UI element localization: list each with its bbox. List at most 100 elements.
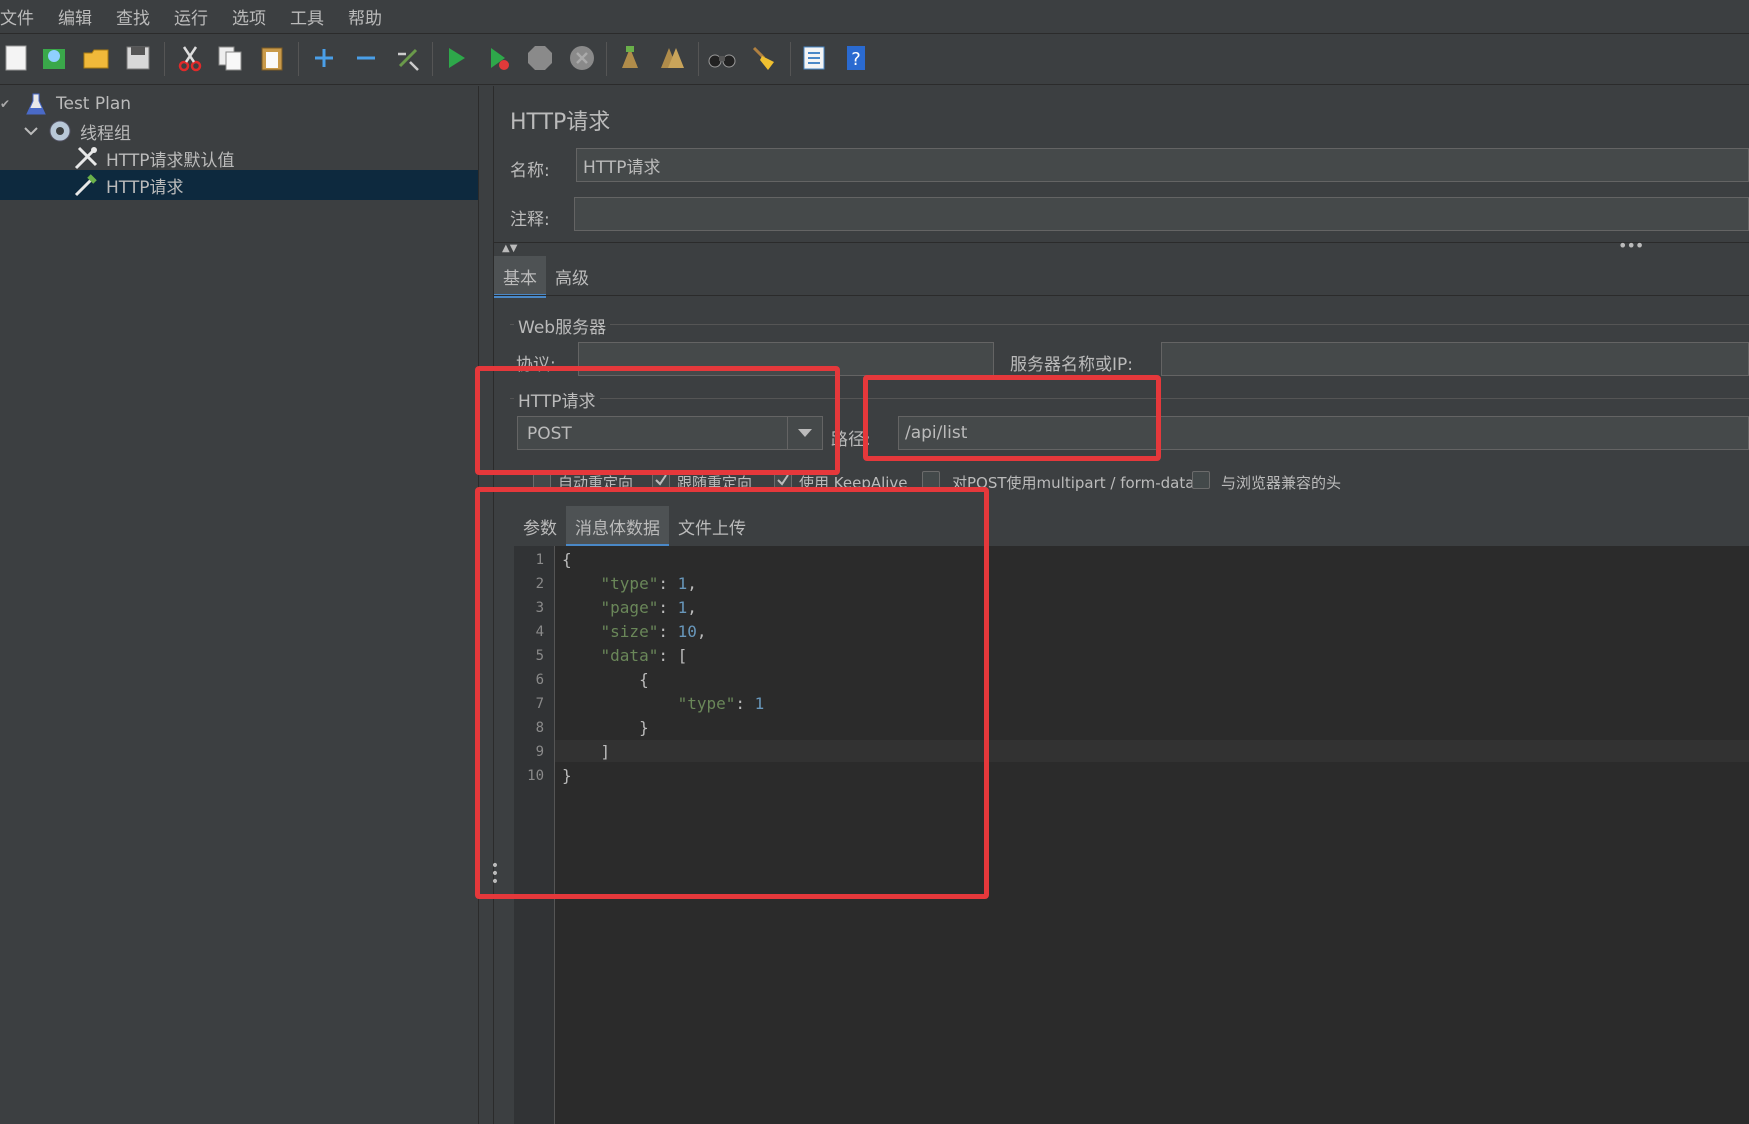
tree-item-thread-group[interactable]: 线程组 (0, 116, 478, 146)
follow-redirects-checkbox[interactable] (652, 471, 670, 489)
tab-parameters[interactable]: 参数 (514, 506, 566, 548)
test-plan-tree: ✔ Test Plan 线程组 HTTP请求默认值 HTTP请求 (0, 86, 479, 1124)
menu-help[interactable]: 帮助 (348, 4, 394, 29)
remove-icon[interactable] (350, 42, 382, 74)
stop-icon[interactable] (524, 42, 556, 74)
tab-basic[interactable]: 基本 (494, 256, 546, 298)
http-request-group-title: HTTP请求 (514, 387, 600, 412)
line-number: 3 (535, 600, 544, 616)
line-number: 6 (535, 672, 544, 688)
code-line: ] (562, 742, 611, 761)
gear-icon (46, 117, 74, 145)
toolbar: ? (0, 34, 1749, 85)
name-label: 名称: (510, 161, 550, 181)
option-label: 自动重定向 (558, 474, 634, 492)
check-icon (777, 474, 789, 486)
comment-label: 注释: (510, 210, 550, 230)
web-server-group-title: Web服务器 (514, 313, 611, 338)
menu-edit[interactable]: 编辑 (58, 4, 104, 29)
line-number: 2 (535, 576, 544, 592)
help-icon[interactable]: ? (840, 42, 872, 74)
clear-icon[interactable] (614, 42, 646, 74)
chevron-down-icon[interactable]: ✔ (0, 97, 22, 111)
paste-icon[interactable] (256, 42, 288, 74)
code-line: { (562, 670, 649, 689)
code-line: "page": 1, (600, 598, 697, 617)
tree-item-http-defaults[interactable]: HTTP请求默认值 (0, 143, 478, 173)
option-label: 对POST使用multipart / form-data (952, 474, 1195, 492)
chevron-down-icon[interactable] (787, 417, 822, 449)
code-line: "data": [ (600, 646, 688, 665)
svg-text:?: ? (851, 49, 861, 70)
tree-item-label: HTTP请求 (106, 177, 184, 198)
tab-body-data[interactable]: 消息体数据 (566, 506, 669, 548)
open-icon[interactable] (80, 42, 112, 74)
binoculars-icon[interactable] (706, 42, 738, 74)
config-tabs: 基本 高级 (494, 256, 598, 298)
add-icon[interactable] (308, 42, 340, 74)
tab-file-upload[interactable]: 文件上传 (669, 506, 755, 548)
menu-file[interactable]: 文件 (0, 4, 46, 29)
comment-input[interactable] (574, 197, 1749, 231)
toggle-icon[interactable] (392, 42, 424, 74)
option-label: 跟随重定向 (677, 474, 753, 492)
start-icon[interactable] (440, 42, 472, 74)
resize-handle-icon[interactable]: • • • (490, 859, 500, 889)
menu-options[interactable]: 选项 (232, 4, 278, 29)
path-label: 路径: (831, 430, 871, 450)
collapse-arrows-icon[interactable]: ▲▼ (502, 243, 517, 254)
save-icon[interactable] (122, 42, 154, 74)
flask-icon (22, 90, 50, 118)
tree-item-label: 线程组 (80, 123, 131, 144)
function-helper-icon[interactable] (798, 42, 830, 74)
cut-icon[interactable] (174, 42, 206, 74)
menu-search[interactable]: 查找 (116, 4, 162, 29)
page-title: HTTP请求 (510, 110, 611, 135)
chevron-down-icon[interactable] (24, 121, 46, 141)
option-label: 使用 KeepAlive (799, 474, 908, 492)
clear-all-icon[interactable] (656, 42, 688, 74)
tree-item-test-plan[interactable]: ✔ Test Plan (0, 89, 478, 119)
templates-icon[interactable] (38, 42, 70, 74)
multipart-checkbox[interactable] (922, 471, 940, 489)
check-icon (655, 474, 667, 486)
broom-icon[interactable] (748, 42, 780, 74)
code-line: } (562, 766, 572, 785)
menu-tools[interactable]: 工具 (290, 4, 336, 29)
menu-run[interactable]: 运行 (174, 4, 220, 29)
path-input[interactable] (898, 416, 1749, 450)
code-line: "type": 1 (677, 694, 765, 713)
current-line-highlight (555, 740, 1749, 762)
menu-bar: 文件 编辑 查找 运行 选项 工具 帮助 (0, 0, 1749, 34)
server-input[interactable] (1161, 342, 1749, 376)
tree-item-label: Test Plan (56, 94, 132, 114)
protocol-input[interactable] (578, 342, 994, 376)
keepalive-checkbox[interactable] (774, 471, 792, 489)
start-no-pause-icon[interactable] (482, 42, 514, 74)
tree-item-http-request[interactable]: HTTP请求 (0, 170, 478, 200)
body-tabs: 参数 消息体数据 文件上传 (514, 506, 755, 548)
name-input[interactable] (576, 148, 1749, 182)
code-line: "type": 1, (600, 574, 697, 593)
new-icon[interactable] (0, 42, 32, 74)
method-value: POST (527, 424, 572, 444)
code-line: "size": 10, (600, 622, 707, 641)
more-icon[interactable]: ••• (1618, 236, 1644, 255)
tab-advanced[interactable]: 高级 (546, 256, 598, 298)
method-select[interactable]: POST (517, 416, 823, 450)
follow-redirects-auto-checkbox[interactable] (533, 471, 551, 489)
panel-splitter[interactable] (479, 86, 494, 1124)
copy-icon[interactable] (214, 42, 246, 74)
browser-compatible-headers-checkbox[interactable] (1192, 471, 1210, 489)
line-number: 1 (535, 552, 544, 568)
option-label: 与浏览器兼容的头 (1221, 474, 1342, 492)
shutdown-icon[interactable] (566, 42, 598, 74)
line-number: 4 (535, 624, 544, 640)
code-line: { (562, 550, 572, 569)
pipette-icon (72, 171, 100, 199)
wrench-icon (72, 144, 100, 172)
body-data-editor[interactable]: 1 {2 "type": 1, 3 "page": 1, 4 "size": 10, 5… (514, 546, 1749, 1124)
server-label: 服务器名称或IP: (1010, 355, 1133, 375)
tree-item-label: HTTP请求默认值 (106, 150, 235, 171)
line-number: 7 (535, 696, 544, 712)
